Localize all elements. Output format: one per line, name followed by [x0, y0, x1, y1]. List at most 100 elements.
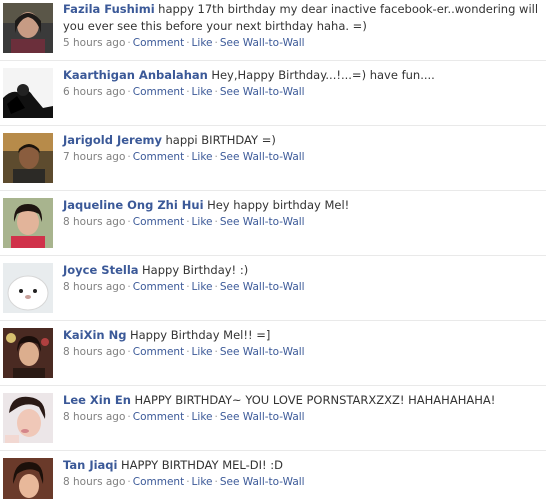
avatar[interactable] [3, 328, 53, 378]
like-link[interactable]: Like [192, 346, 213, 358]
post-meta: 8 hours ago · Comment · Like · See Wall-to-Wal… [63, 215, 540, 229]
post-message: Happy Birthday Mel!! =] [129, 328, 271, 342]
separator: · [186, 346, 190, 358]
avatar[interactable] [3, 133, 53, 183]
like-link[interactable]: Like [192, 216, 213, 228]
post-time: 5 hours ago [63, 37, 126, 49]
profile-photo-icon [3, 133, 53, 183]
separator: · [127, 476, 131, 488]
wall-to-wall-link[interactable]: See Wall-to-Wall [220, 476, 305, 488]
post-meta: 8 hours ago · Comment · Like · See Wall-to-Wal… [63, 280, 540, 294]
post-message: Hey happy birthday Mel! [207, 198, 350, 212]
post-message: happi BIRTHDAY =) [165, 133, 276, 147]
post-author[interactable]: Jaqueline Ong Zhi Hui [63, 198, 204, 212]
profile-photo-icon [3, 393, 53, 443]
avatar[interactable] [3, 458, 53, 499]
avatar[interactable] [3, 3, 53, 53]
separator: · [214, 476, 218, 488]
separator: · [214, 411, 218, 423]
post-author[interactable]: Kaarthigan Anbalahan [63, 68, 208, 82]
avatar[interactable] [3, 198, 53, 248]
post-message: Hey,Happy Birthday...!...=) have fun.... [211, 68, 435, 82]
separator: · [186, 151, 190, 163]
wall-to-wall-link[interactable]: See Wall-to-Wall [220, 151, 305, 163]
post-time: 8 hours ago [63, 346, 126, 358]
separator: · [186, 281, 190, 293]
like-link[interactable]: Like [192, 476, 213, 488]
post-time: 8 hours ago [63, 216, 126, 228]
post-time: 8 hours ago [63, 411, 126, 423]
wall-to-wall-link[interactable]: See Wall-to-Wall [220, 216, 305, 228]
separator: · [186, 37, 190, 49]
post-meta: 6 hours ago · Comment · Like · See Wall-to-Wal… [63, 85, 540, 99]
like-link[interactable]: Like [192, 86, 213, 98]
comment-link[interactable]: Comment [133, 216, 184, 228]
separator: · [214, 346, 218, 358]
separator: · [186, 411, 190, 423]
like-link[interactable]: Like [192, 151, 213, 163]
wall-post: KaiXin Ng Happy Birthday Mel!! =] 8 hour… [0, 320, 546, 385]
post-message: Happy Birthday! :) [142, 263, 249, 277]
wall-to-wall-link[interactable]: See Wall-to-Wall [220, 411, 305, 423]
post-author[interactable]: Lee Xin En [63, 393, 131, 407]
wall-feed: Fazila Fushimi happy 17th birthday my de… [0, 0, 546, 499]
wall-post: Jaqueline Ong Zhi Hui Hey happy birthday… [0, 190, 546, 255]
post-meta: 8 hours ago · Comment · Like · See Wall-to-Wal… [63, 410, 540, 424]
wall-post: Jarigold Jeremy happi BIRTHDAY =) 7 hour… [0, 125, 546, 190]
separator: · [186, 216, 190, 228]
separator: · [214, 37, 218, 49]
comment-link[interactable]: Comment [133, 281, 184, 293]
separator: · [127, 216, 131, 228]
post-meta: 8 hours ago · Comment · Like · See Wall-to-Wal… [63, 345, 540, 359]
comment-link[interactable]: Comment [133, 411, 184, 423]
post-meta: 8 hours ago · Comment · Like · See Wall-to-Wal… [63, 475, 540, 489]
separator: · [214, 151, 218, 163]
wall-post: Joyce Stella Happy Birthday! :) 8 hours … [0, 255, 546, 320]
like-link[interactable]: Like [192, 411, 213, 423]
like-link[interactable]: Like [192, 281, 213, 293]
wall-to-wall-link[interactable]: See Wall-to-Wall [220, 86, 305, 98]
avatar[interactable] [3, 263, 53, 313]
post-time: 7 hours ago [63, 151, 126, 163]
profile-photo-icon [3, 68, 53, 118]
separator: · [214, 86, 218, 98]
like-link[interactable]: Like [192, 37, 213, 49]
wall-to-wall-link[interactable]: See Wall-to-Wall [220, 37, 305, 49]
post-message: HAPPY BIRTHDAY~ YOU LOVE PORNSTARXZXZ! H… [134, 393, 496, 407]
post-time: 6 hours ago [63, 86, 126, 98]
post-author[interactable]: KaiXin Ng [63, 328, 126, 342]
separator: · [127, 37, 131, 49]
avatar[interactable] [3, 393, 53, 443]
comment-link[interactable]: Comment [133, 37, 184, 49]
separator: · [186, 86, 190, 98]
separator: · [127, 86, 131, 98]
post-time: 8 hours ago [63, 281, 126, 293]
wall-post: Tan Jiaqi HAPPY BIRTHDAY MEL-DI! :D 8 ho… [0, 450, 546, 499]
post-message: HAPPY BIRTHDAY MEL-DI! :D [120, 458, 283, 472]
separator: · [214, 281, 218, 293]
comment-link[interactable]: Comment [133, 151, 184, 163]
profile-photo-icon [3, 263, 53, 313]
avatar[interactable] [3, 68, 53, 118]
wall-post: Lee Xin En HAPPY BIRTHDAY~ YOU LOVE PORN… [0, 385, 546, 450]
wall-post: Kaarthigan Anbalahan Hey,Happy Birthday.… [0, 60, 546, 125]
separator: · [127, 346, 131, 358]
post-author[interactable]: Tan Jiaqi [63, 458, 117, 472]
separator: · [214, 216, 218, 228]
post-meta: 7 hours ago · Comment · Like · See Wall-to-Wal… [63, 150, 540, 164]
wall-to-wall-link[interactable]: See Wall-to-Wall [220, 346, 305, 358]
profile-photo-icon [3, 3, 53, 53]
separator: · [127, 411, 131, 423]
comment-link[interactable]: Comment [133, 86, 184, 98]
post-author[interactable]: Jarigold Jeremy [63, 133, 162, 147]
wall-post: Fazila Fushimi happy 17th birthday my de… [0, 0, 546, 60]
comment-link[interactable]: Comment [133, 346, 184, 358]
comment-link[interactable]: Comment [133, 476, 184, 488]
wall-to-wall-link[interactable]: See Wall-to-Wall [220, 281, 305, 293]
post-time: 8 hours ago [63, 476, 126, 488]
separator: · [186, 476, 190, 488]
post-author[interactable]: Fazila Fushimi [63, 2, 155, 16]
profile-photo-icon [3, 328, 53, 378]
separator: · [127, 151, 131, 163]
post-author[interactable]: Joyce Stella [63, 263, 139, 277]
